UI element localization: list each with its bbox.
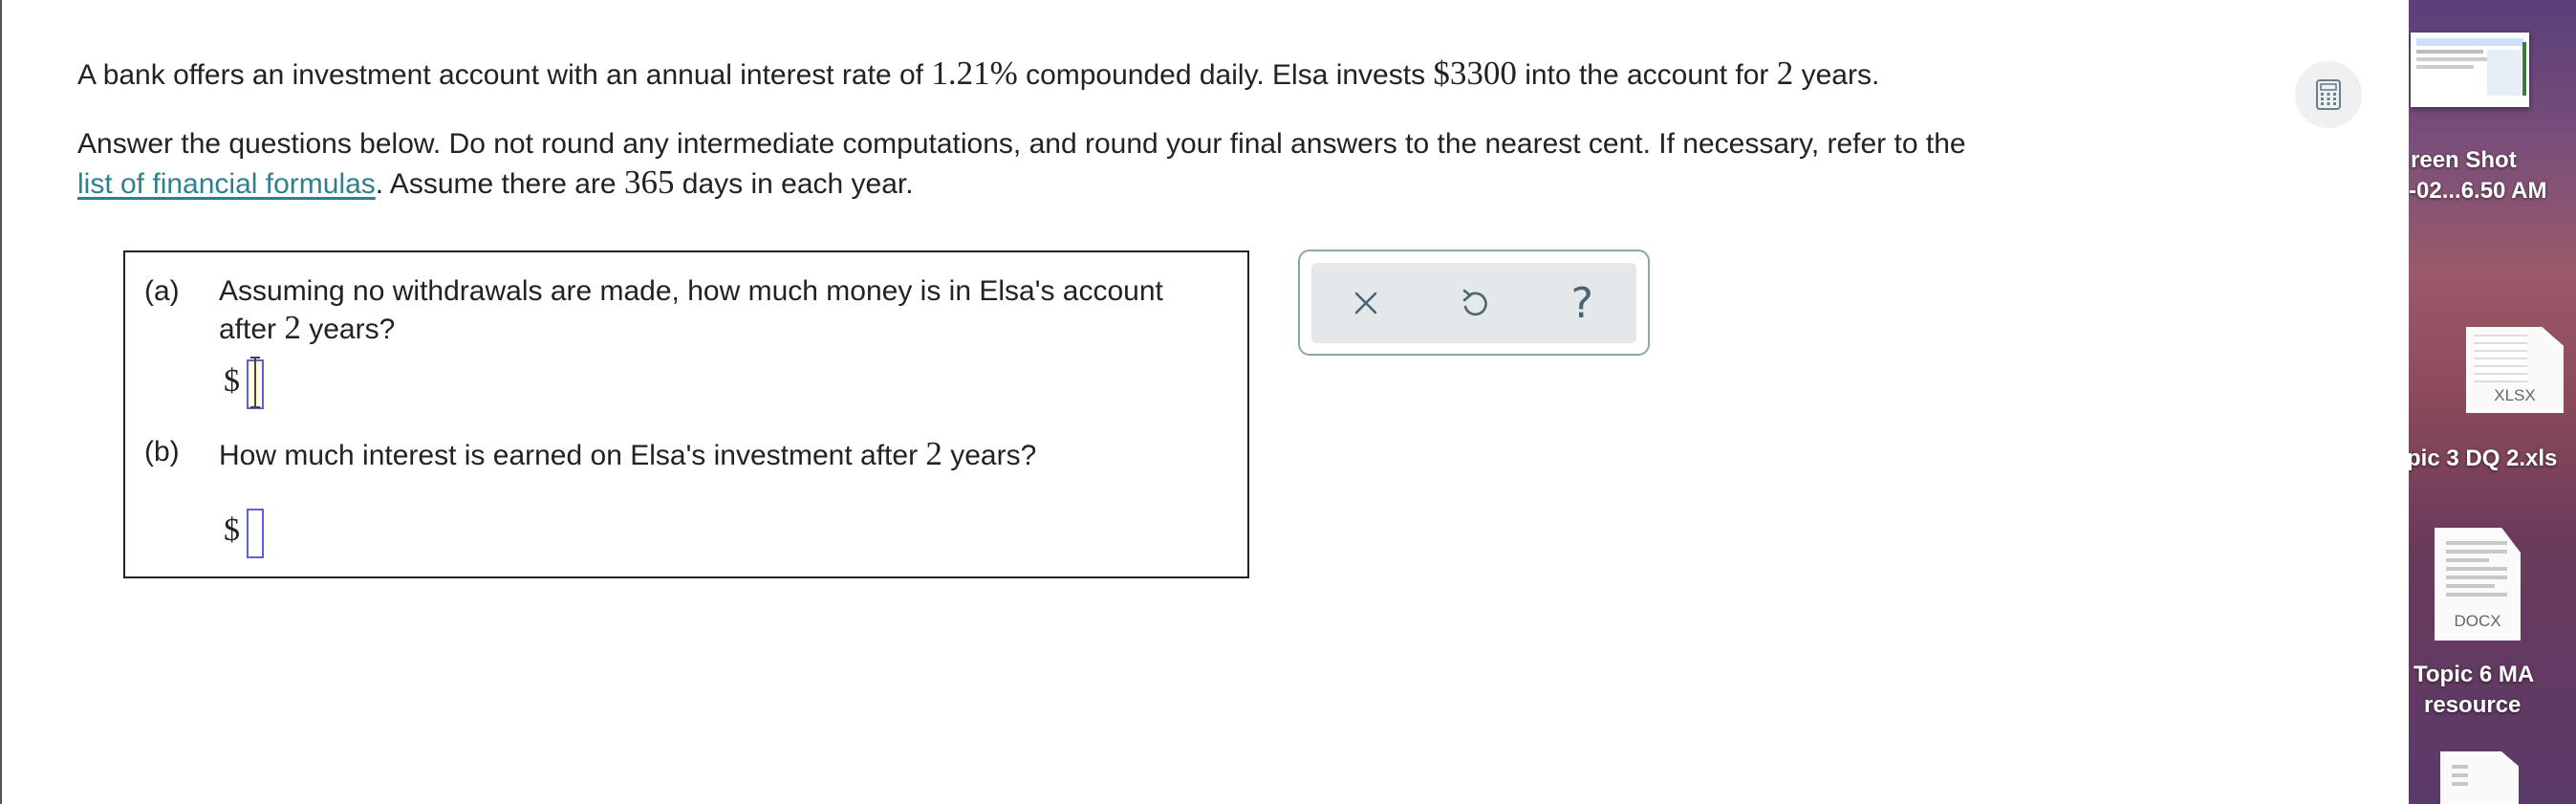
- calculator-icon: [2316, 79, 2341, 110]
- xlsx-extension-label: XLSX: [2494, 386, 2536, 404]
- screenshot-thumbnail[interactable]: [2411, 33, 2529, 107]
- part-a-question: Assuming no withdrawals are made, how mu…: [219, 273, 1163, 348]
- intro-text: into the account for: [1516, 59, 1777, 91]
- xlsx-file-icon[interactable]: XLSX: [2466, 327, 2564, 413]
- calculator-button[interactable]: [2295, 61, 2362, 128]
- instructions-text: days in each year.: [674, 168, 914, 200]
- screenshot-file-label: reen Shot: [2411, 147, 2517, 173]
- answer-panel: (a) Assuming no withdrawals are made, ho…: [123, 250, 1249, 578]
- docx-file-label: Topic 6 MA: [2414, 662, 2535, 687]
- help-icon: ?: [1570, 278, 1593, 328]
- answer-toolbar: ?: [1298, 250, 1650, 356]
- instructions-text: . Assume there are: [375, 168, 624, 200]
- part-a-label: (a): [144, 275, 180, 307]
- part-a-text: after: [219, 314, 285, 345]
- instructions-line-2: list of financial formulas. Assume there…: [77, 163, 914, 205]
- docx-extension-label: DOCX: [2454, 612, 2501, 630]
- part-b-currency: $: [224, 512, 240, 548]
- close-icon: [1354, 292, 1376, 315]
- window-edge: [0, 0, 2, 804]
- rate-value: 1.21%: [931, 54, 1018, 92]
- part-b-text: How much interest is earned on Elsa's in…: [219, 440, 926, 471]
- xlsx-file-label: pic 3 DQ 2.xls: [2409, 445, 2558, 471]
- principal-value: $3300: [1433, 54, 1517, 92]
- help-button[interactable]: ?: [1553, 274, 1611, 332]
- instructions-line-1: Answer the questions below. Do not round…: [77, 128, 1966, 160]
- docx-file-icon[interactable]: DOCX: [2435, 528, 2521, 641]
- intro-text: A bank offers an investment account with…: [77, 59, 932, 91]
- undo-button[interactable]: [1445, 274, 1503, 332]
- desktop-background: reen Shot -02...6.50 AM XLSX pic 3 DQ 2.…: [2409, 0, 2576, 804]
- part-a-years: 2: [284, 309, 301, 346]
- financial-formulas-link[interactable]: list of financial formulas: [77, 168, 376, 200]
- clear-button[interactable]: [1337, 274, 1395, 332]
- docx-file-label: resource: [2424, 692, 2522, 718]
- part-b-text: years?: [942, 440, 1037, 471]
- intro-text: years.: [1793, 59, 1880, 91]
- part-b-question: How much interest is earned on Elsa's in…: [219, 436, 1036, 474]
- screenshot-file-label: -02...6.50 AM: [2409, 178, 2547, 204]
- question-intro: A bank offers an investment account with…: [77, 54, 1879, 96]
- part-b-answer-input[interactable]: [247, 509, 264, 558]
- days-value: 365: [623, 163, 675, 201]
- intro-text: compounded daily. Elsa invests: [1017, 59, 1434, 91]
- part-a-text: years?: [300, 314, 396, 345]
- part-b-years: 2: [925, 435, 942, 472]
- text-cursor-icon: [250, 357, 260, 408]
- document-file-icon[interactable]: [2440, 751, 2519, 804]
- part-b-label: (b): [144, 436, 180, 467]
- question-page: A bank offers an investment account with…: [0, 0, 2409, 804]
- undo-icon: [1462, 289, 1487, 316]
- part-a-currency: $: [224, 363, 240, 399]
- part-a-text: Assuming no withdrawals are made, how mu…: [219, 275, 1163, 307]
- years-value: 2: [1776, 54, 1794, 92]
